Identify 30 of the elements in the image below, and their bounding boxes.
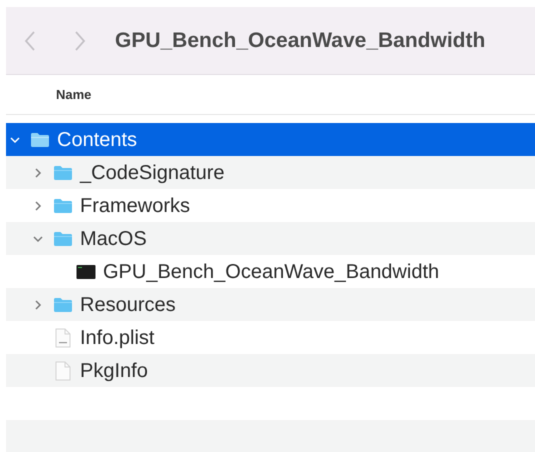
- folder-icon: [53, 230, 73, 246]
- document-icon: [55, 360, 71, 380]
- chevron-right-icon[interactable]: [33, 200, 43, 210]
- file-row[interactable]: _CodeSignature: [6, 156, 535, 189]
- file-name: Contents: [57, 128, 138, 152]
- file-name: _CodeSignature: [80, 160, 225, 186]
- folder-icon: [53, 296, 73, 312]
- file-name: MacOS: [80, 226, 147, 252]
- file-row[interactable]: MacOS: [6, 222, 535, 255]
- file-name: Frameworks: [80, 194, 190, 218]
- document-icon: [55, 328, 71, 348]
- file-name: Info.plist: [80, 326, 154, 350]
- file-row[interactable]: PkgInfo: [6, 354, 535, 387]
- column-header[interactable]: Name: [56, 84, 92, 104]
- file-name: GPU_Bench_OceanWave_Bandwidth: [103, 260, 440, 284]
- file-name: PkgInfo: [80, 358, 148, 384]
- file-name: Resources: [80, 292, 176, 318]
- folder-icon: [30, 132, 50, 148]
- file-row[interactable]: Contents: [6, 123, 535, 156]
- file-row[interactable]: Resources: [6, 288, 535, 321]
- terminal-icon: [76, 264, 96, 280]
- folder-icon: [53, 164, 73, 180]
- folder-icon: [53, 198, 73, 214]
- chevron-right-icon[interactable]: [33, 168, 43, 178]
- chevron-down-icon[interactable]: [10, 134, 20, 144]
- window-title: GPU_Bench_OceanWave_Bandwidth: [115, 28, 486, 54]
- chevron-left-icon: [24, 30, 36, 52]
- chevron-right-icon[interactable]: [33, 300, 43, 310]
- chevron-right-icon: [74, 30, 86, 52]
- chevron-down-icon[interactable]: [33, 234, 43, 244]
